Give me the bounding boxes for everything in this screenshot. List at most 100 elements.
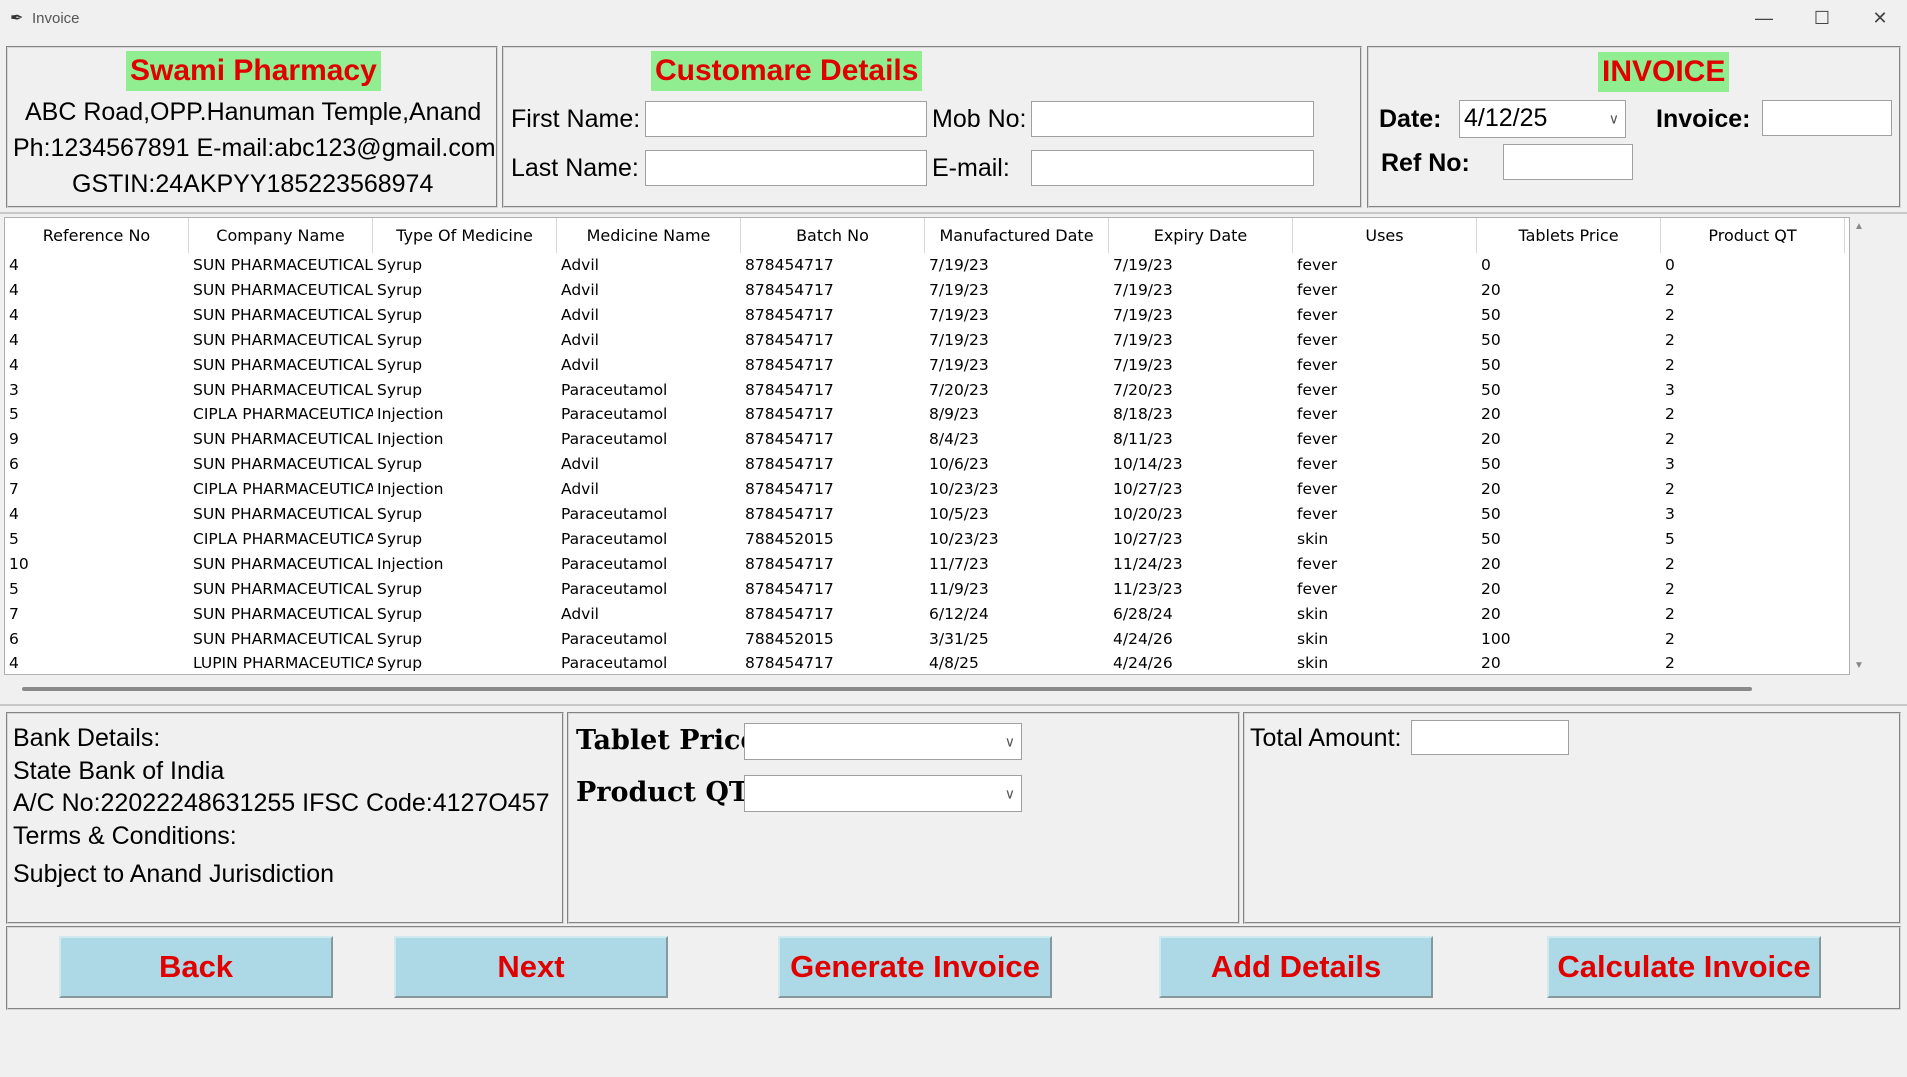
col-tablets-price-header[interactable]: Tablets Price	[1477, 218, 1661, 253]
table-row[interactable]: 5 CIPLA PHARMACEUTICA Syrup Paraceutamol 788…	[5, 527, 1845, 552]
mob-no-input[interactable]	[1031, 101, 1314, 137]
table-cell: fever	[1297, 579, 1338, 598]
table-row[interactable]: 4 SUN PHARMACEUTICAL Syrup Advil 878454717 7/…	[5, 253, 1845, 278]
back-button[interactable]: Back	[59, 936, 333, 998]
col-company-name-header[interactable]: Company Name	[189, 218, 373, 253]
table-cell: 0	[1481, 256, 1491, 274]
table-cell: CIPLA PHARMACEUTICA	[193, 480, 373, 499]
product-qt-combobox[interactable]: ∨	[744, 775, 1022, 812]
table-cell: 11/9/23	[929, 579, 989, 598]
table-cell: 7	[9, 604, 19, 623]
chevron-down-icon[interactable]: ∨	[1609, 111, 1619, 128]
col-uses-header[interactable]: Uses	[1293, 218, 1477, 253]
table-cell: SUN PHARMACEUTICAL	[193, 355, 373, 374]
col-reference-no-header[interactable]: Reference No	[5, 218, 189, 253]
window-titlebar: ✒ Invoice — ☐ ✕	[0, 0, 1907, 37]
table-cell: SUN PHARMACEUTICAL	[193, 505, 373, 523]
table-cell: skin	[1297, 529, 1329, 548]
total-amount-input[interactable]	[1411, 720, 1569, 755]
table-row[interactable]: 4 SUN PHARMACEUTICAL Syrup Advil 878454717 7/…	[5, 353, 1845, 378]
col-expiry-date-header[interactable]: Expiry Date	[1109, 218, 1293, 253]
minimize-button[interactable]: —	[1735, 0, 1793, 37]
table-cell: 6	[9, 629, 19, 648]
horizontal-scroll-thumb[interactable]	[22, 687, 1752, 691]
table-row[interactable]: 6 SUN PHARMACEUTICAL Syrup Advil 878454717 10…	[5, 452, 1845, 477]
close-button[interactable]: ✕	[1851, 0, 1907, 37]
mob-no-label: Mob No:	[932, 105, 1027, 133]
last-name-input[interactable]	[645, 150, 927, 186]
table-cell: SUN PHARMACEUTICAL	[193, 604, 373, 623]
table-cell: 50	[1481, 380, 1501, 399]
table-cell: 9	[9, 430, 19, 449]
table-cell: 4	[9, 256, 19, 274]
table-cell: skin	[1297, 654, 1329, 673]
table-cell: Advil	[561, 355, 599, 374]
col-type-of-medicine-header[interactable]: Type Of Medicine	[373, 218, 557, 253]
bank-name: State Bank of India	[13, 757, 225, 785]
tablet-price-combobox[interactable]: ∨	[744, 723, 1022, 760]
table-cell: 11/7/23	[929, 554, 989, 573]
table-cell: fever	[1297, 330, 1338, 349]
table-cell: 2	[1665, 579, 1675, 598]
ref-no-input[interactable]	[1503, 144, 1633, 180]
date-combobox[interactable]: 4/12/25 ∨	[1459, 100, 1626, 138]
table-row[interactable]: 4 SUN PHARMACEUTICAL Syrup Advil 878454717 7/…	[5, 303, 1845, 328]
table-row[interactable]: 10 SUN PHARMACEUTICAL Injection Paraceutamo…	[5, 552, 1845, 577]
table-row[interactable]: 5 SUN PHARMACEUTICAL Syrup Paraceutamol 8784…	[5, 577, 1845, 602]
next-button[interactable]: Next	[394, 936, 668, 998]
table-row[interactable]: 4 SUN PHARMACEUTICAL Syrup Advil 878454717 7/…	[5, 278, 1845, 303]
generate-invoice-button[interactable]: Generate Invoice	[778, 936, 1052, 998]
scroll-down-icon[interactable]: ▼	[1854, 660, 1864, 671]
total-panel: Total Amount:	[1243, 712, 1901, 924]
col-medicine-name-header[interactable]: Medicine Name	[557, 218, 741, 253]
table-header: Reference No Company Name Type Of Medicine…	[5, 218, 1849, 253]
table-row[interactable]: 4 LUPIN PHARMACEUTICA Syrup Paraceutamol 878…	[5, 651, 1845, 674]
table-cell: fever	[1297, 455, 1338, 474]
vertical-scrollbar[interactable]: ▲ ▼	[1850, 217, 1868, 675]
table-cell: SUN PHARMACEUTICAL	[193, 380, 373, 399]
table-cell: SUN PHARMACEUTICAL	[193, 629, 373, 648]
table-cell: 878454717	[745, 455, 834, 474]
table-cell: 7/19/23	[1113, 330, 1173, 349]
table-cell: 2	[1665, 604, 1675, 623]
chevron-down-icon[interactable]: ∨	[1005, 785, 1015, 802]
table-row[interactable]: 4 SUN PHARMACEUTICAL Syrup Advil 878454717 7/…	[5, 328, 1845, 353]
table-cell: 10	[9, 554, 29, 573]
email-input[interactable]	[1031, 150, 1314, 186]
col-product-qt-header[interactable]: Product QT	[1661, 218, 1845, 253]
maximize-button[interactable]: ☐	[1793, 0, 1851, 37]
customer-title: Customare Details	[651, 51, 923, 91]
table-cell: Syrup	[377, 330, 423, 349]
horizontal-scrollbar[interactable]	[4, 679, 1868, 701]
table-cell: LUPIN PHARMACEUTICA	[193, 654, 373, 673]
table-cell: 8/11/23	[1113, 430, 1173, 449]
table-cell: 20	[1481, 654, 1501, 673]
table-row[interactable]: 6 SUN PHARMACEUTICAL Syrup Paraceutamol 7884…	[5, 627, 1845, 652]
table-cell: 7/19/23	[1113, 256, 1173, 274]
table-cell: 100	[1481, 629, 1511, 648]
table-row[interactable]: 9 SUN PHARMACEUTICAL Injection Paraceutamol…	[5, 427, 1845, 452]
scroll-up-icon[interactable]: ▲	[1854, 221, 1864, 232]
table-cell: skin	[1297, 604, 1329, 623]
table-cell: Advil	[561, 305, 599, 324]
table-row[interactable]: 7 CIPLA PHARMACEUTICA Injection Advil 878454…	[5, 477, 1845, 502]
table-row[interactable]: 5 CIPLA PHARMACEUTICA Injection Paraceutamo…	[5, 402, 1845, 427]
table-cell: 878454717	[745, 280, 834, 299]
table-cell: Advil	[561, 256, 599, 274]
table-row[interactable]: 3 SUN PHARMACEUTICAL Syrup Paraceutamol 8784…	[5, 378, 1845, 403]
col-batch-no-header[interactable]: Batch No	[741, 218, 925, 253]
table-row[interactable]: 7 SUN PHARMACEUTICAL Syrup Advil 878454717 6/…	[5, 602, 1845, 627]
medicine-table[interactable]: Reference No Company Name Type Of Medicine…	[4, 217, 1850, 675]
table-cell: Advil	[561, 455, 599, 474]
add-details-button[interactable]: Add Details	[1159, 936, 1433, 998]
first-name-input[interactable]	[645, 101, 927, 137]
table-cell: 878454717	[745, 430, 834, 449]
table-cell: 10/5/23	[929, 505, 989, 523]
table-row[interactable]: 4 SUN PHARMACEUTICAL Syrup Paraceutamol 8784…	[5, 502, 1845, 527]
chevron-down-icon[interactable]: ∨	[1005, 733, 1015, 750]
table-cell: 2	[1665, 280, 1675, 299]
table-cell: 2	[1665, 405, 1675, 424]
calculate-invoice-button[interactable]: Calculate Invoice	[1547, 936, 1821, 998]
invoice-no-input[interactable]	[1762, 100, 1892, 136]
col-manufactured-date-header[interactable]: Manufactured Date	[925, 218, 1109, 253]
